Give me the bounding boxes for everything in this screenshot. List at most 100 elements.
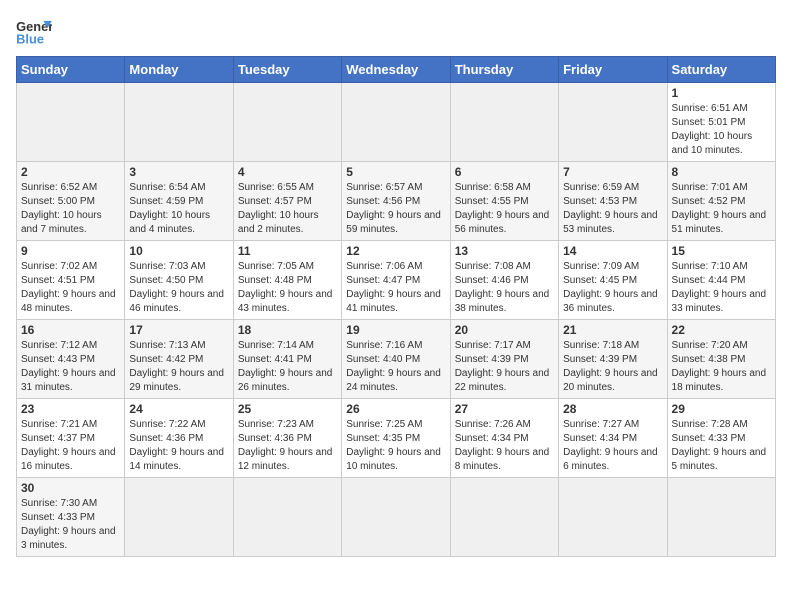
day-info: Sunrise: 6:52 AM Sunset: 5:00 PM Dayligh… bbox=[21, 181, 120, 237]
day-number: 30 bbox=[21, 481, 120, 495]
day-info: Sunrise: 7:02 AM Sunset: 4:51 PM Dayligh… bbox=[21, 260, 120, 316]
calendar-table: Sunday Monday Tuesday Wednesday Thursday… bbox=[16, 56, 776, 557]
calendar-row: 9 Sunrise: 7:02 AM Sunset: 4:51 PM Daylig… bbox=[17, 241, 776, 320]
calendar-cell: 21 Sunrise: 7:18 AM Sunset: 4:39 PM Dayli… bbox=[559, 320, 667, 399]
calendar-cell: 26 Sunrise: 7:25 AM Sunset: 4:35 PM Dayli… bbox=[342, 399, 450, 478]
day-number: 8 bbox=[672, 165, 771, 179]
day-info: Sunrise: 7:05 AM Sunset: 4:48 PM Dayligh… bbox=[238, 260, 337, 316]
day-number: 27 bbox=[455, 402, 554, 416]
day-number: 7 bbox=[563, 165, 662, 179]
day-info: Sunrise: 7:28 AM Sunset: 4:33 PM Dayligh… bbox=[672, 418, 771, 474]
calendar-cell: 6 Sunrise: 6:58 AM Sunset: 4:55 PM Daylig… bbox=[450, 162, 558, 241]
header-sunday: Sunday bbox=[17, 57, 125, 83]
day-number: 16 bbox=[21, 323, 120, 337]
calendar-cell bbox=[559, 478, 667, 557]
day-number: 23 bbox=[21, 402, 120, 416]
day-info: Sunrise: 6:57 AM Sunset: 4:56 PM Dayligh… bbox=[346, 181, 445, 237]
day-info: Sunrise: 6:51 AM Sunset: 5:01 PM Dayligh… bbox=[672, 102, 771, 158]
day-number: 22 bbox=[672, 323, 771, 337]
calendar-cell: 22 Sunrise: 7:20 AM Sunset: 4:38 PM Dayli… bbox=[667, 320, 775, 399]
calendar-cell bbox=[233, 478, 341, 557]
day-number: 26 bbox=[346, 402, 445, 416]
calendar-cell bbox=[342, 478, 450, 557]
day-info: Sunrise: 7:14 AM Sunset: 4:41 PM Dayligh… bbox=[238, 339, 337, 395]
calendar-cell bbox=[17, 83, 125, 162]
day-number: 2 bbox=[21, 165, 120, 179]
day-info: Sunrise: 7:08 AM Sunset: 4:46 PM Dayligh… bbox=[455, 260, 554, 316]
calendar-cell: 8 Sunrise: 7:01 AM Sunset: 4:52 PM Daylig… bbox=[667, 162, 775, 241]
header-friday: Friday bbox=[559, 57, 667, 83]
day-info: Sunrise: 7:20 AM Sunset: 4:38 PM Dayligh… bbox=[672, 339, 771, 395]
calendar-cell: 2 Sunrise: 6:52 AM Sunset: 5:00 PM Daylig… bbox=[17, 162, 125, 241]
day-info: Sunrise: 7:13 AM Sunset: 4:42 PM Dayligh… bbox=[129, 339, 228, 395]
calendar-cell: 28 Sunrise: 7:27 AM Sunset: 4:34 PM Dayli… bbox=[559, 399, 667, 478]
calendar-row: 16 Sunrise: 7:12 AM Sunset: 4:43 PM Dayli… bbox=[17, 320, 776, 399]
calendar-cell: 3Sunrise: 6:54 AM Sunset: 4:59 PM Daylig… bbox=[125, 162, 233, 241]
day-number: 20 bbox=[455, 323, 554, 337]
header: General Blue bbox=[16, 10, 776, 48]
day-info: Sunrise: 7:10 AM Sunset: 4:44 PM Dayligh… bbox=[672, 260, 771, 316]
day-number: 6 bbox=[455, 165, 554, 179]
day-number: 21 bbox=[563, 323, 662, 337]
calendar-cell: 17 Sunrise: 7:13 AM Sunset: 4:42 PM Dayli… bbox=[125, 320, 233, 399]
day-info: Sunrise: 6:58 AM Sunset: 4:55 PM Dayligh… bbox=[455, 181, 554, 237]
calendar-row: 30 Sunrise: 7:30 AM Sunset: 4:33 PM Dayli… bbox=[17, 478, 776, 557]
header-saturday: Saturday bbox=[667, 57, 775, 83]
day-number: 10 bbox=[129, 244, 228, 258]
calendar-cell: 24 Sunrise: 7:22 AM Sunset: 4:36 PM Dayli… bbox=[125, 399, 233, 478]
logo-icon: General Blue bbox=[16, 18, 52, 48]
day-info: Sunrise: 7:22 AM Sunset: 4:36 PM Dayligh… bbox=[129, 418, 228, 474]
header-monday: Monday bbox=[125, 57, 233, 83]
day-info: Sunrise: 6:55 AM Sunset: 4:57 PM Dayligh… bbox=[238, 181, 337, 237]
day-info: Sunrise: 7:25 AM Sunset: 4:35 PM Dayligh… bbox=[346, 418, 445, 474]
day-info: Sunrise: 7:12 AM Sunset: 4:43 PM Dayligh… bbox=[21, 339, 120, 395]
calendar-cell: 10 Sunrise: 7:03 AM Sunset: 4:50 PM Dayli… bbox=[125, 241, 233, 320]
day-info: Sunrise: 7:03 AM Sunset: 4:50 PM Dayligh… bbox=[129, 260, 228, 316]
calendar-cell: 5Sunrise: 6:57 AM Sunset: 4:56 PM Daylig… bbox=[342, 162, 450, 241]
calendar-cell bbox=[450, 83, 558, 162]
calendar-cell: 14 Sunrise: 7:09 AM Sunset: 4:45 PM Dayli… bbox=[559, 241, 667, 320]
day-info: Sunrise: 7:27 AM Sunset: 4:34 PM Dayligh… bbox=[563, 418, 662, 474]
day-info: Sunrise: 7:17 AM Sunset: 4:39 PM Dayligh… bbox=[455, 339, 554, 395]
calendar-row: 23 Sunrise: 7:21 AM Sunset: 4:37 PM Dayli… bbox=[17, 399, 776, 478]
weekday-header-row: Sunday Monday Tuesday Wednesday Thursday… bbox=[17, 57, 776, 83]
day-info: Sunrise: 7:01 AM Sunset: 4:52 PM Dayligh… bbox=[672, 181, 771, 237]
calendar-cell: 27 Sunrise: 7:26 AM Sunset: 4:34 PM Dayli… bbox=[450, 399, 558, 478]
calendar-cell: 12 Sunrise: 7:06 AM Sunset: 4:47 PM Dayli… bbox=[342, 241, 450, 320]
calendar-cell: 9 Sunrise: 7:02 AM Sunset: 4:51 PM Daylig… bbox=[17, 241, 125, 320]
calendar-cell: 29 Sunrise: 7:28 AM Sunset: 4:33 PM Dayli… bbox=[667, 399, 775, 478]
day-info: Sunrise: 7:26 AM Sunset: 4:34 PM Dayligh… bbox=[455, 418, 554, 474]
day-number: 12 bbox=[346, 244, 445, 258]
day-info: Sunrise: 7:30 AM Sunset: 4:33 PM Dayligh… bbox=[21, 497, 120, 553]
day-number: 24 bbox=[129, 402, 228, 416]
calendar-cell: 4Sunrise: 6:55 AM Sunset: 4:57 PM Daylig… bbox=[233, 162, 341, 241]
calendar-cell: 7Sunrise: 6:59 AM Sunset: 4:53 PM Daylig… bbox=[559, 162, 667, 241]
day-info: Sunrise: 7:06 AM Sunset: 4:47 PM Dayligh… bbox=[346, 260, 445, 316]
calendar-cell: 25 Sunrise: 7:23 AM Sunset: 4:36 PM Dayli… bbox=[233, 399, 341, 478]
day-number: 17 bbox=[129, 323, 228, 337]
calendar-page: General Blue Sunday Monday Tuesday Wedne… bbox=[0, 0, 792, 573]
day-info: Sunrise: 7:09 AM Sunset: 4:45 PM Dayligh… bbox=[563, 260, 662, 316]
header-thursday: Thursday bbox=[450, 57, 558, 83]
day-info: Sunrise: 7:18 AM Sunset: 4:39 PM Dayligh… bbox=[563, 339, 662, 395]
day-number: 14 bbox=[563, 244, 662, 258]
day-number: 18 bbox=[238, 323, 337, 337]
calendar-cell bbox=[125, 478, 233, 557]
day-number: 29 bbox=[672, 402, 771, 416]
calendar-cell bbox=[667, 478, 775, 557]
day-info: Sunrise: 7:21 AM Sunset: 4:37 PM Dayligh… bbox=[21, 418, 120, 474]
calendar-cell bbox=[342, 83, 450, 162]
calendar-cell bbox=[233, 83, 341, 162]
day-info: Sunrise: 7:23 AM Sunset: 4:36 PM Dayligh… bbox=[238, 418, 337, 474]
day-info: Sunrise: 6:54 AM Sunset: 4:59 PM Dayligh… bbox=[129, 181, 228, 237]
calendar-cell: 19Sunrise: 7:16 AM Sunset: 4:40 PM Dayli… bbox=[342, 320, 450, 399]
logo: General Blue bbox=[16, 18, 52, 48]
svg-text:Blue: Blue bbox=[16, 32, 44, 47]
day-number: 9 bbox=[21, 244, 120, 258]
day-number: 25 bbox=[238, 402, 337, 416]
calendar-cell: 1Sunrise: 6:51 AM Sunset: 5:01 PM Daylig… bbox=[667, 83, 775, 162]
day-number: 28 bbox=[563, 402, 662, 416]
calendar-cell bbox=[559, 83, 667, 162]
calendar-row: 2 Sunrise: 6:52 AM Sunset: 5:00 PM Daylig… bbox=[17, 162, 776, 241]
day-number: 15 bbox=[672, 244, 771, 258]
